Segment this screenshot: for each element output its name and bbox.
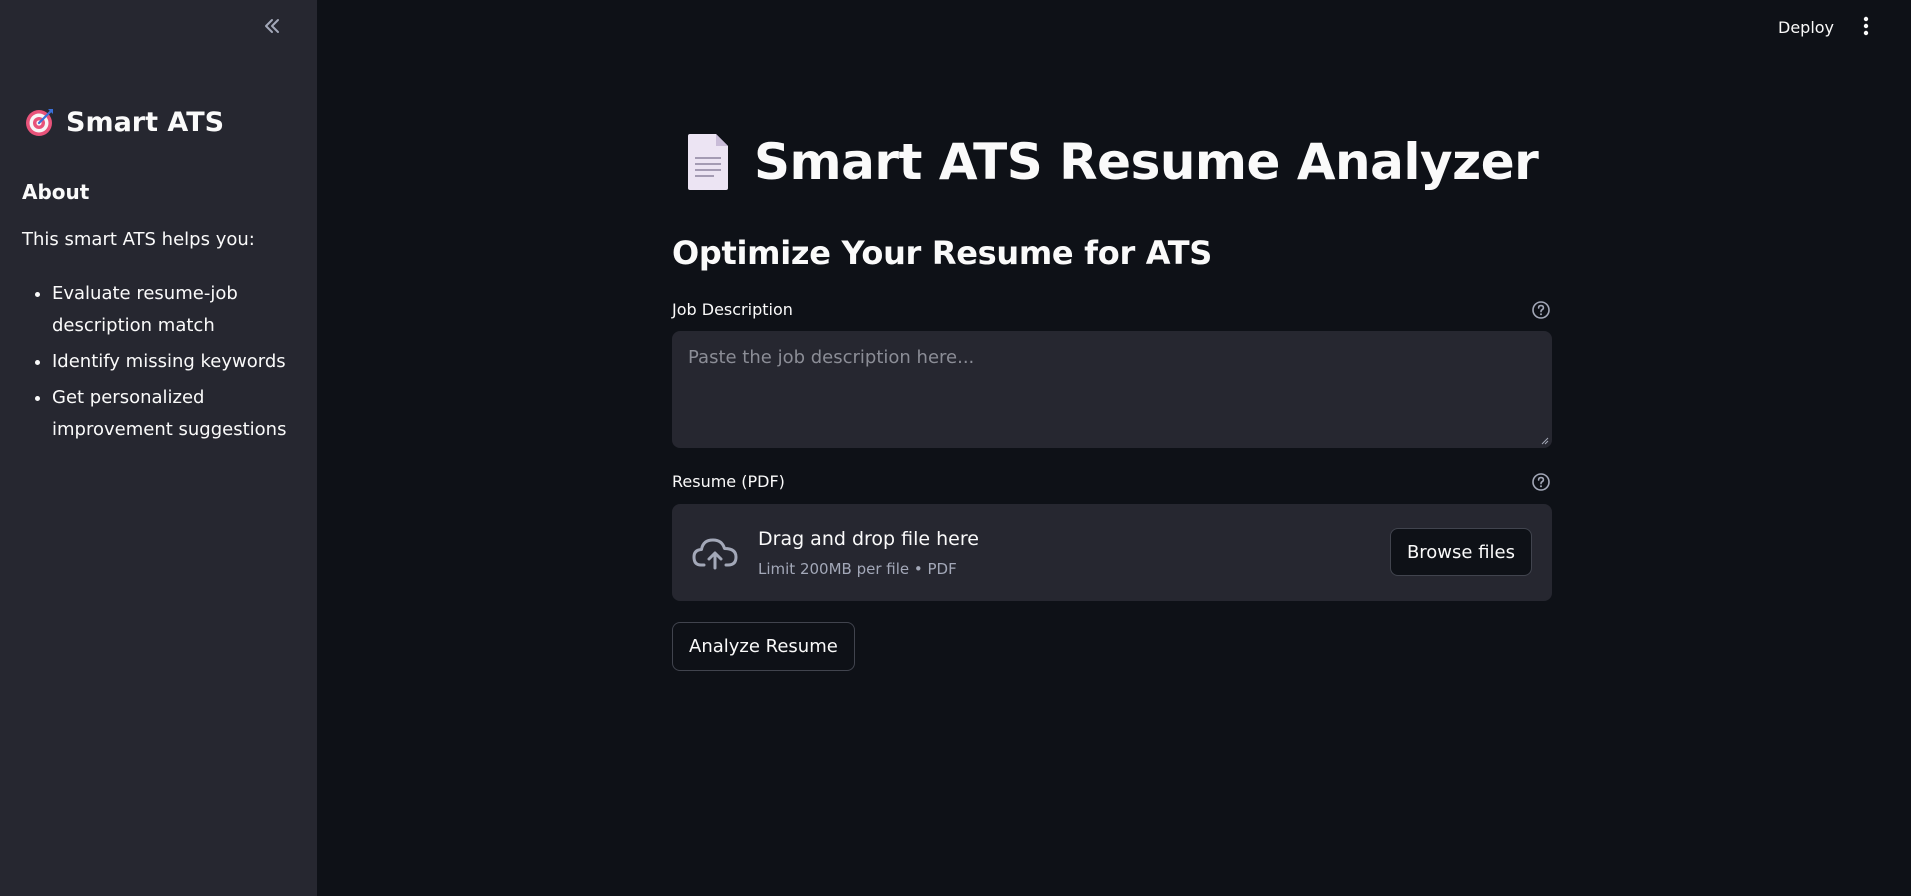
app-root: Smart ATS About This smart ATS helps you…: [0, 0, 1911, 896]
job-description-input[interactable]: [672, 331, 1552, 448]
sidebar-title: Smart ATS: [24, 106, 224, 138]
collapse-sidebar-button[interactable]: [258, 12, 286, 40]
job-description-label: Job Description: [672, 300, 793, 319]
cloud-upload-icon: [692, 538, 738, 570]
list-item: Evaluate resume-job description match: [52, 278, 302, 342]
dropzone-limit-text: Limit 200MB per file • PDF: [758, 560, 957, 578]
kebab-menu-icon: [1863, 16, 1869, 36]
help-icon[interactable]: [1531, 300, 1551, 320]
document-icon: [688, 134, 728, 190]
page-title: Smart ATS Resume Analyzer: [684, 132, 1539, 192]
about-intro: This smart ATS helps you:: [22, 229, 255, 250]
list-item: Get personalized improvement suggestions: [52, 382, 302, 446]
double-chevron-left-icon: [265, 19, 279, 33]
page-title-text: Smart ATS Resume Analyzer: [754, 133, 1539, 191]
about-heading: About: [22, 180, 90, 204]
analyze-resume-button[interactable]: Analyze Resume: [672, 622, 855, 671]
job-description-container: [672, 331, 1552, 448]
sidebar: Smart ATS About This smart ATS helps you…: [0, 0, 317, 896]
file-dropzone[interactable]: Drag and drop file here Limit 200MB per …: [672, 504, 1552, 601]
main-menu-button[interactable]: [1854, 14, 1878, 38]
dropzone-instructions: Drag and drop file here: [758, 528, 979, 550]
deploy-button[interactable]: Deploy: [1770, 14, 1842, 41]
browse-files-button[interactable]: Browse files: [1389, 528, 1532, 576]
resize-handle-icon[interactable]: [1541, 437, 1549, 445]
sidebar-title-text: Smart ATS: [66, 106, 225, 138]
help-icon[interactable]: [1531, 472, 1551, 492]
feature-list: Evaluate resume-job description match Id…: [22, 278, 302, 450]
resume-label: Resume (PDF): [672, 472, 785, 491]
list-item: Identify missing keywords: [52, 346, 302, 378]
target-icon: [26, 109, 53, 136]
section-subheader: Optimize Your Resume for ATS: [672, 234, 1213, 272]
